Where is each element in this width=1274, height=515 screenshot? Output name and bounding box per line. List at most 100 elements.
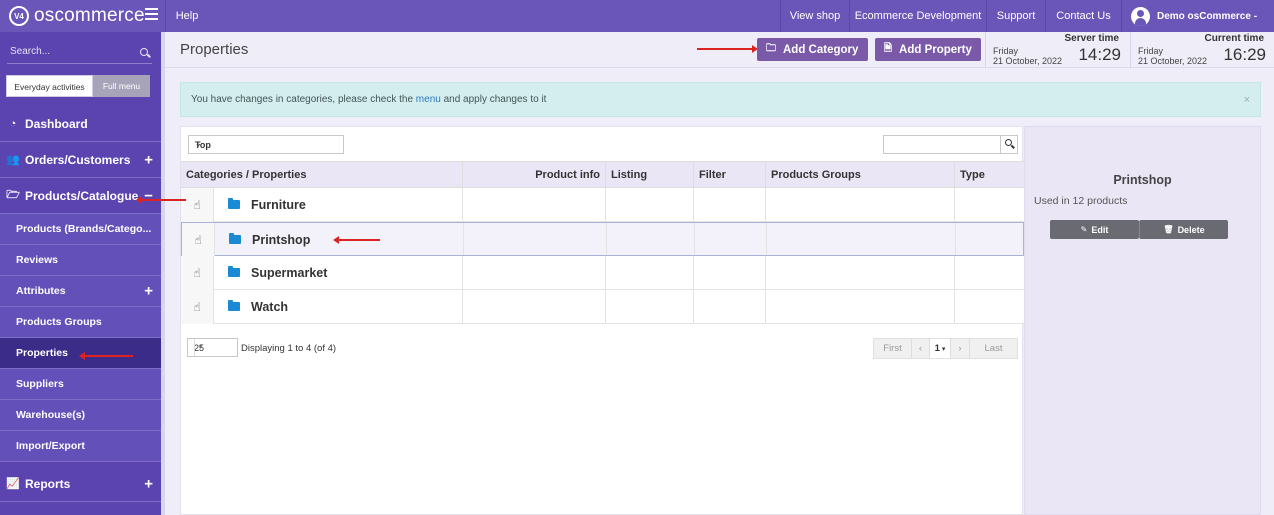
delete-label: Delete [1177,224,1205,235]
cell-divider [955,223,956,255]
sidebar-item-orders-customers[interactable]: 👥 Orders/Customers + [0,142,161,178]
sidebar-item-label: Products Groups [16,316,102,328]
page-select[interactable]: 1 ▾ [929,339,951,358]
sidebar-item-attributes[interactable]: Attributes + [0,276,161,307]
column-header-categories[interactable]: Categories / Properties [181,162,462,188]
current-time-day: Friday [1138,46,1164,56]
category-filter-select[interactable]: Top ⌄ [188,135,344,154]
drag-handle-icon[interactable]: ☝ [181,290,214,324]
alert-message: You have changes in categories, please c… [191,94,546,105]
tab-everyday-activities[interactable]: Everyday activities [6,75,93,97]
expand-plus-icon[interactable]: + [144,475,153,492]
edit-label: Edit [1091,224,1109,235]
cell-divider [954,188,955,222]
chart-icon: 📈 [6,478,20,490]
sidebar-item-suppliers[interactable]: Suppliers [0,369,161,400]
search-icon[interactable] [140,48,148,56]
cell-divider [765,290,766,324]
sidebar-item-label: Reports [25,476,71,491]
sidebar-item-label: Attributes [16,285,66,297]
cell-divider [605,256,606,290]
next-page-icon[interactable]: › [951,339,969,358]
sidebar-search-input[interactable]: Search... [7,40,152,64]
cell-divider [606,223,607,255]
table-row[interactable]: ☝ Watch [181,290,1024,324]
sidebar-item-reports[interactable]: 📈 Reports + [0,466,161,502]
sidebar-item-products-groups[interactable]: Products Groups [0,307,161,338]
cell-divider [766,223,767,255]
column-header-products-groups[interactable]: Products Groups [765,162,954,188]
delete-button[interactable]: 🗑 Delete [1139,220,1228,239]
displaying-count: Displaying 1 to 4 (of 4) [241,343,337,354]
table-row[interactable]: ☝ Furniture [181,188,1024,222]
page-title: Properties [180,41,249,58]
add-property-button[interactable]: 🗎 Add Property [875,38,981,61]
ecommerce-development-link[interactable]: Ecommerce Development [849,0,986,32]
cell-divider [463,223,464,255]
table-row[interactable]: ☝ Supermarket [181,256,1024,290]
logo-mark-icon: V4 [9,6,29,26]
row-name[interactable]: Supermarket [251,266,327,280]
drag-handle-icon[interactable]: ☝ [181,256,214,290]
column-header-product-info[interactable]: Product info [462,162,605,188]
sidebar-item-import-export[interactable]: Import/Export [0,431,161,462]
cell-divider [693,256,694,290]
sidebar-scrollbar[interactable] [161,32,165,515]
sidebar-item-warehouses[interactable]: Warehouse(s) [0,400,161,431]
user-name: Demo osCommerce - [1157,10,1258,22]
row-name[interactable]: Watch [251,300,288,314]
sidebar-item-label: Suppliers [16,378,64,390]
cell-divider [693,188,694,222]
menu-mode-tabs: Everyday activities Full menu [6,75,150,97]
last-page-button[interactable]: Last [969,339,1017,358]
sidebar-search-placeholder: Search... [10,46,51,57]
per-page-select[interactable]: 25 ▾ [187,338,238,357]
pencil-icon: ✎ [1080,225,1088,234]
row-name[interactable]: Furniture [251,198,306,212]
user-menu[interactable]: Demo osCommerce - [1121,0,1274,32]
table-row-selected[interactable]: ☝ Printshop [181,222,1024,257]
first-page-button[interactable]: First [874,339,911,358]
sidebar-item-products-brands-categories[interactable]: Products (Brands/Catego... [0,214,161,245]
cell-divider [605,290,606,324]
table-search-input[interactable] [883,135,1018,154]
collapse-minus-icon[interactable]: − [144,187,153,204]
expand-plus-icon[interactable]: + [144,283,153,300]
sidebar-item-label: Products (Brands/Catego... [16,223,152,235]
sidebar-item-label: Warehouse(s) [16,409,86,421]
cell-divider [462,290,463,324]
folder-icon: 🗀 [766,43,776,54]
alert-menu-link[interactable]: menu [416,94,441,105]
row-name[interactable]: Printshop [252,233,310,247]
support-link[interactable]: Support [986,0,1045,32]
drag-handle-icon[interactable]: ☝ [182,223,215,257]
help-link[interactable]: Help [165,0,208,32]
trash-icon: 🗑 [1163,225,1174,234]
column-header-listing[interactable]: Listing [605,162,693,188]
prev-page-icon[interactable]: ‹ [911,339,929,358]
add-category-button[interactable]: 🗀 Add Category [757,38,868,61]
edit-button[interactable]: ✎ Edit [1050,220,1139,239]
sidebar-item-dashboard[interactable]: ◔ Dashboard [0,106,161,142]
column-header-type[interactable]: Type [954,162,1024,188]
sidebar-item-reviews[interactable]: Reviews [0,245,161,276]
table-search-button[interactable] [1000,136,1017,153]
drag-handle-icon[interactable]: ☝ [181,188,214,222]
cell-divider [462,256,463,290]
chevron-down-icon: ▾ [939,346,946,353]
cell-divider [694,223,695,255]
user-avatar-icon [1131,6,1150,26]
contact-us-link[interactable]: Contact Us [1045,0,1121,32]
cell-divider [765,188,766,222]
tab-full-menu[interactable]: Full menu [93,75,150,97]
column-header-filter[interactable]: Filter [693,162,765,188]
hamburger-menu-icon[interactable] [145,8,158,22]
close-icon[interactable]: × [1244,94,1250,106]
logo[interactable]: V4 oscommerce [0,0,165,32]
sidebar-item-label: Properties [16,347,68,359]
folder-icon [228,266,240,277]
server-time: Server time Friday 21 October, 2022 14:2… [985,32,1128,68]
expand-plus-icon[interactable]: + [144,151,153,168]
table-header: Categories / Properties Product info Lis… [181,161,1024,188]
view-shop-link[interactable]: View shop [780,0,849,32]
